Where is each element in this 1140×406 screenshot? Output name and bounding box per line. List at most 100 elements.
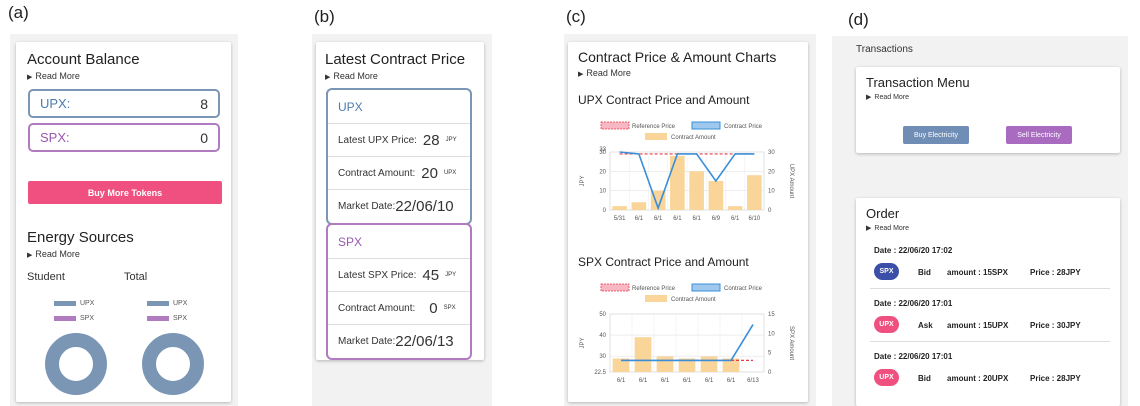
order-token-badge: UPX (874, 369, 899, 386)
x-tick-label: 6/10 (749, 216, 761, 222)
latest-contract-price-title: Latest Contract Price (325, 51, 466, 68)
triangle-right-icon: ▶ (27, 74, 33, 81)
contract-charts-header: Contract Price & Amount Charts ▶ Read Mor… (578, 49, 776, 78)
legend-contract-amount-label: Contract Amount (671, 135, 716, 141)
read-more-label: Read More (874, 94, 910, 101)
legend-contract-price-label: Contract Price (724, 286, 763, 292)
read-more-link[interactable]: ▶ Read More (866, 224, 909, 232)
energy-sources-header: Energy Sources ▶ Read More (27, 229, 134, 259)
upx-market-date-label: Market Date: (338, 201, 396, 212)
x-tick-label: 6/13 (747, 378, 759, 384)
y2-axis-title: SPX Amount (788, 326, 794, 360)
y2-tick-label: 10 (768, 189, 775, 195)
total-legend-spx: SPX (147, 315, 187, 322)
x-tick-label: 5/31 (614, 216, 626, 222)
upx-balance-label: UPX: (40, 96, 71, 111)
read-more-link[interactable]: ▶ Read More (27, 71, 140, 81)
y-tick-label: 30 (599, 354, 606, 360)
spx-latest-price-unit: JPY (445, 272, 457, 278)
y-tick-label: 20 (599, 169, 606, 175)
amount-bar (689, 171, 704, 210)
legend-contract-price-swatch (691, 283, 721, 292)
spx-balance-label: SPX: (40, 130, 70, 145)
legend-contract-price-label: Contract Price (724, 124, 763, 130)
legend-contract-price-swatch (691, 121, 721, 130)
legend-swatch (147, 316, 169, 321)
total-donut-ring (142, 333, 204, 395)
panel-label-c: (c) (566, 7, 586, 26)
spx-contract-amount-value: 0 (429, 299, 438, 317)
read-more-link[interactable]: ▶ Read More (578, 68, 776, 78)
spx-chart-title: SPX Contract Price and Amount (578, 255, 749, 269)
spx-market-date-row: Market Date: 22/06/13 (328, 325, 470, 358)
legend-swatch (54, 316, 76, 321)
legend-label: UPX (80, 300, 95, 307)
triangle-right-icon: ▶ (866, 225, 872, 232)
order-row[interactable]: UPX Bid amount : 20UPX Price : 28JPY (870, 369, 1106, 389)
x-tick-label: 6/1 (673, 216, 682, 222)
account-balance-header: Account Balance ▶ Read More (27, 51, 140, 81)
order-side: Bid (918, 374, 931, 383)
spx-latest-price-row: Latest SPX Price: 45 JPY (328, 259, 470, 292)
amount-bar (747, 175, 762, 210)
transaction-menu-title: Transaction Menu (866, 75, 970, 90)
total-donut-chart (142, 333, 204, 395)
transaction-menu-header: Transaction Menu ▶ Read More (866, 75, 970, 101)
upx-market-date-row: Market Date: 22/06/10 (328, 190, 470, 223)
order-divider (870, 288, 1110, 289)
x-tick-label: 6/9 (712, 216, 721, 222)
order-row[interactable]: UPX Ask amount : 15UPX Price : 30JPY (870, 316, 1106, 336)
read-more-label: Read More (586, 68, 631, 78)
spx-price-box: SPX Latest SPX Price: 45 JPY Contract Am… (326, 223, 472, 360)
y-axis-title: JPY (580, 337, 586, 348)
buy-more-tokens-button[interactable]: Buy More Tokens (28, 181, 222, 204)
y2-tick-label: 30 (768, 150, 775, 156)
y-tick-label: 22.5 (594, 370, 606, 376)
transaction-menu-card: Transaction Menu ▶ Read More Buy Electric… (856, 67, 1120, 153)
amount-bar (612, 206, 627, 210)
order-amount: amount : 15SPX (947, 268, 1008, 277)
upx-contract-amount-label: Contract Amount: (338, 167, 416, 179)
legend-contract-amount-swatch (645, 133, 667, 140)
sell-electricity-button[interactable]: Sell Electricity (1006, 126, 1072, 144)
order-row[interactable]: SPX Bid amount : 15SPX Price : 28JPY (870, 263, 1106, 283)
amount-bar (631, 202, 647, 210)
transactions-header: Transactions (856, 44, 913, 55)
y2-tick-label: 20 (768, 169, 775, 175)
upx-price-header: UPX (328, 90, 470, 124)
legend-label: UPX (173, 300, 188, 307)
x-tick-label: 6/1 (654, 216, 663, 222)
order-side: Ask (918, 321, 933, 330)
y-tick-label: 0 (603, 208, 607, 214)
upx-balance-box: UPX: 8 (28, 89, 220, 118)
read-more-link[interactable]: ▶ Read More (325, 71, 465, 81)
spx-price-header: SPX (328, 225, 470, 259)
read-more-link[interactable]: ▶ Read More (27, 249, 134, 259)
order-token-badge: UPX (874, 316, 899, 333)
upx-contract-amount-row: Contract Amount: 20 UPX (328, 157, 470, 190)
upx-latest-price-label: Latest UPX Price: (338, 134, 417, 146)
x-tick-label: 6/1 (692, 216, 701, 222)
contract-charts-title: Contract Price & Amount Charts (578, 49, 777, 65)
x-tick-label: 6/1 (639, 378, 648, 384)
total-label: Total (124, 271, 148, 283)
x-tick-label: 6/1 (635, 216, 644, 222)
panel-label-a: (a) (8, 3, 29, 22)
upx-contract-amount-value: 20 (421, 164, 438, 182)
legend-label: SPX (80, 315, 95, 322)
student-donut-ring (45, 333, 107, 395)
spx-contract-amount-row: Contract Amount: 0 SPX (328, 292, 470, 325)
buy-electricity-button[interactable]: Buy Electricity (903, 126, 969, 144)
student-donut-chart (45, 333, 107, 395)
y-tick-label: 10 (599, 189, 606, 195)
read-more-link[interactable]: ▶ Read More (866, 93, 970, 101)
order-price: Price : 28JPY (1030, 374, 1081, 383)
amount-bar (670, 155, 685, 210)
spx-contract-amount-label: Contract Amount: (338, 302, 416, 314)
spx-market-date-value: 22/06/13 (395, 333, 454, 350)
upx-contract-chart: Reference Price Contract Price Contract Am… (580, 121, 794, 222)
spx-market-date-label: Market Date: (338, 336, 396, 347)
order-date: Date : 22/06/20 17:02 (874, 246, 953, 255)
order-amount: amount : 15UPX (947, 321, 1009, 330)
spx-contract-chart: Reference Price Contract Price Contract Am… (580, 283, 794, 384)
